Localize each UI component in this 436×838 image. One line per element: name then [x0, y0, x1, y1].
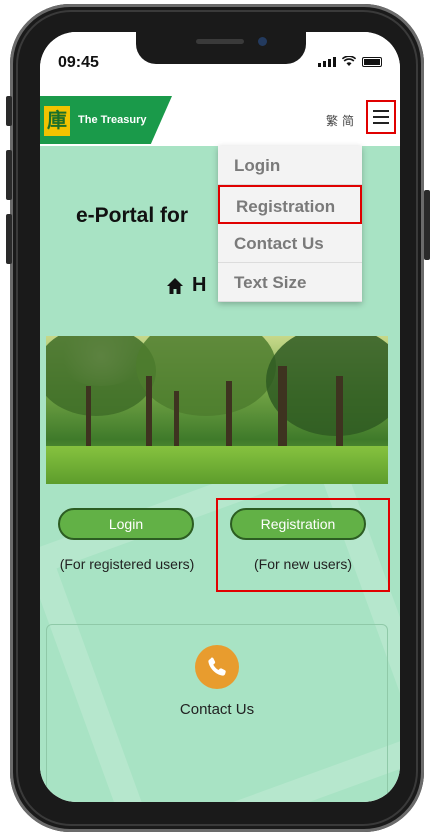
login-caption: (For registered users) [59, 556, 195, 572]
home-breadcrumb[interactable]: H [166, 274, 206, 297]
logo-text: The Treasury [78, 114, 147, 126]
menu-item-contact-us[interactable]: Contact Us [218, 224, 362, 263]
contact-us-label: Contact Us [179, 701, 255, 718]
front-camera [258, 37, 267, 46]
lang-simplified-link[interactable]: 简 [342, 112, 354, 129]
volume-up-button [6, 150, 12, 200]
menu-icon[interactable] [366, 100, 396, 134]
registration-caption: (For new users) [253, 556, 353, 572]
registration-button[interactable]: Registration [230, 508, 366, 540]
status-time: 09:45 [58, 54, 99, 71]
wifi-icon [342, 56, 356, 66]
home-icon [167, 277, 183, 294]
volume-down-button [6, 214, 12, 264]
logo-mark: 庫 [44, 106, 70, 136]
contact-card[interactable]: Contact Us [46, 624, 388, 802]
nav-dropdown-menu: Login Registration Contact Us Text Size [218, 146, 362, 302]
mute-switch [6, 96, 12, 126]
menu-item-registration[interactable]: Registration [218, 185, 362, 224]
notch [136, 32, 306, 64]
speaker [196, 39, 244, 44]
phone-screen: 09:45 庫 The Treasury 繁 简 e-Portal for H … [40, 32, 400, 802]
login-button[interactable]: Login [58, 508, 194, 540]
menu-item-login[interactable]: Login [218, 146, 362, 185]
signal-icon [318, 57, 336, 67]
treasury-logo[interactable]: 庫 The Treasury [40, 96, 172, 144]
battery-icon [362, 57, 382, 67]
home-label: H [192, 274, 207, 296]
site-header: 庫 The Treasury 繁 简 [40, 94, 400, 146]
power-button [424, 190, 430, 260]
menu-item-text-size[interactable]: Text Size [218, 263, 362, 302]
hero-image [46, 336, 388, 484]
lang-traditional-link[interactable]: 繁 [326, 112, 338, 129]
page-title: e-Portal for [76, 204, 189, 227]
status-icons [318, 56, 382, 67]
phone-icon [195, 645, 239, 689]
